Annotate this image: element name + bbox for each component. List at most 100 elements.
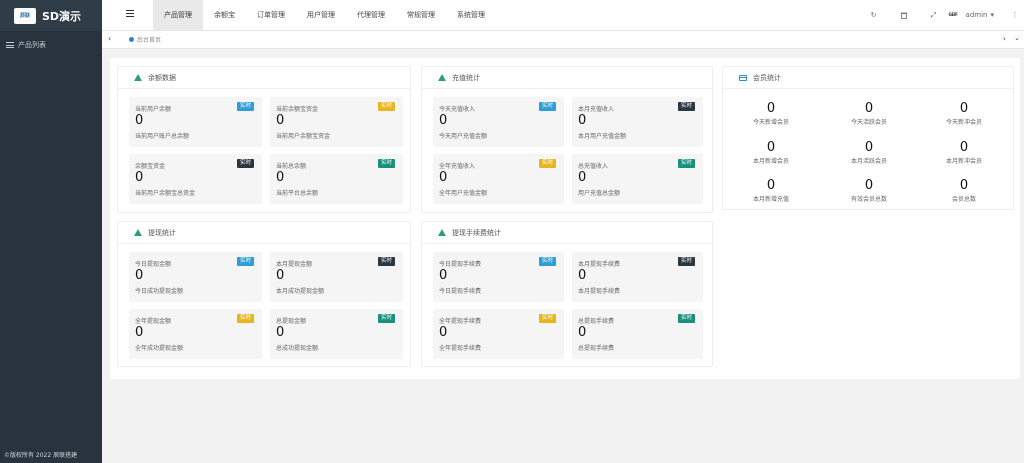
- member-stat-label: 会员总数: [951, 196, 976, 203]
- member-stat: 0 今天新冲会员: [919, 101, 1009, 126]
- header-tools: ↻ ⤢ GEIF admin ▾ ⋮: [859, 0, 1024, 30]
- avatar[interactable]: GEIF: [949, 12, 962, 18]
- nav-agents[interactable]: 代理管理: [346, 0, 396, 30]
- user-name: admin: [965, 11, 988, 19]
- stat-title: 本月提现手续费: [578, 261, 621, 268]
- logo[interactable]: 辰联 SD演示: [0, 0, 102, 31]
- member-stat-value: 0: [864, 101, 874, 116]
- nav-product[interactable]: 产品管理: [153, 0, 203, 30]
- member-stat-value: 0: [864, 178, 874, 193]
- sidebar-item-product-list[interactable]: 产品列表: [0, 33, 102, 57]
- stat-subtitle: 用户充值总金额: [578, 190, 621, 197]
- panel-title: 提现手续费统计: [452, 228, 501, 237]
- stat-subtitle: 全年提现手续费: [439, 345, 482, 352]
- panel-withdraw: 提现统计 今日提现金额 实时 0 今日成功提现金额 本月提现金额 实时 0 本月…: [117, 221, 411, 367]
- stat-title: 总提现金额: [276, 318, 307, 325]
- refresh-icon[interactable]: ↻: [859, 0, 889, 30]
- stat-title: 今天充值收入: [439, 106, 476, 113]
- member-stat: 0 本月新增会员: [726, 140, 816, 165]
- tab-home[interactable]: 后台首页: [129, 35, 161, 44]
- fullscreen-icon[interactable]: ⤢: [919, 0, 949, 30]
- warning-icon: [134, 74, 142, 81]
- stat-value: 0: [276, 113, 285, 128]
- stat-title: 本月提现金额: [276, 261, 313, 268]
- stat-card: 全年充值收入 实时 0 全年用户充值金额: [433, 154, 564, 204]
- nav-general[interactable]: 常规管理: [396, 0, 446, 30]
- logo-mark: 辰联: [14, 7, 36, 24]
- stat-subtitle: 当前用户余额宝总资金: [135, 190, 196, 197]
- member-stat-value: 0: [766, 140, 776, 155]
- stat-title: 总提现手续费: [578, 318, 615, 325]
- status-badge: 实时: [236, 159, 254, 168]
- stat-card: 总提现手续费 实时 0 总提现手续费: [572, 309, 703, 359]
- stat-subtitle: 本月用户充值金额: [578, 133, 627, 140]
- nav-yuebao[interactable]: 余额宝: [203, 0, 246, 30]
- stat-value: 0: [276, 170, 285, 185]
- member-stat-label: 今天新冲会员: [945, 119, 982, 126]
- copyright: ©版权所有 2022 辰联搭建: [4, 452, 78, 459]
- sidebar-item-label: 产品列表: [18, 41, 46, 49]
- stat-subtitle: 本月成功提现金额: [276, 288, 325, 295]
- stat-title: 全年充值收入: [439, 163, 476, 170]
- top-nav: 产品管理 余额宝 订单管理 用户管理 代理管理 常规管理 系统管理: [153, 0, 496, 30]
- stat-card: 本月充值收入 实时 0 本月用户充值金额: [572, 97, 703, 147]
- nav-system[interactable]: 系统管理: [446, 0, 496, 30]
- menu-toggle-icon[interactable]: [126, 10, 134, 17]
- member-stat-label: 今天活跃会员: [850, 119, 887, 126]
- member-stat-label: 今天新增会员: [752, 119, 789, 126]
- panel-header: 提现统计: [118, 222, 410, 244]
- tab-bar: ‹ 后台首页 › ⌄: [102, 31, 1024, 49]
- stat-title: 当前余额宝资金: [276, 106, 319, 113]
- status-badge: 实时: [377, 314, 395, 323]
- active-dot-icon: [129, 37, 134, 42]
- stat-subtitle: 今日成功提现金额: [135, 288, 184, 295]
- status-badge: 实时: [377, 159, 395, 168]
- member-stat-label: 本月活跃会员: [850, 158, 887, 165]
- stat-card: 当前总余额 实时 0 当前平台总余额: [270, 154, 403, 204]
- member-stat-label: 本月新冲会员: [945, 158, 982, 165]
- more-icon[interactable]: ⋮: [1006, 11, 1024, 19]
- chevron-down-icon[interactable]: ⌄: [1014, 34, 1020, 42]
- stat-subtitle: 全年用户充值金额: [439, 190, 488, 197]
- chevron-down-icon: ▾: [990, 11, 994, 19]
- stat-card: 本月提现金额 实时 0 本月成功提现金额: [270, 252, 403, 302]
- status-badge: 实时: [236, 257, 254, 266]
- member-stat-value: 0: [959, 101, 969, 116]
- stat-subtitle: 当前用户余额宝资金: [276, 133, 331, 140]
- status-badge: 实时: [538, 159, 556, 168]
- stat-card: 当前用户余额 实时 0 当前用户账户总余额: [129, 97, 262, 147]
- stat-value: 0: [135, 268, 144, 283]
- stat-title: 全年提现金额: [135, 318, 172, 325]
- panel-header: 充值统计: [422, 67, 712, 89]
- stat-subtitle: 总成功提现金额: [276, 345, 319, 352]
- stat-card: 今天充值收入 实时 0 今天用户充值金额: [433, 97, 564, 147]
- status-badge: 实时: [677, 102, 695, 111]
- dashboard: 余额数据 当前用户余额 实时 0 当前用户账户总余额 当前余额宝资金 实时 0 …: [110, 58, 1020, 379]
- stat-title: 今日提现金额: [135, 261, 172, 268]
- nav-orders[interactable]: 订单管理: [246, 0, 296, 30]
- stat-subtitle: 全年成功提现金额: [135, 345, 184, 352]
- panel-title: 提现统计: [148, 228, 176, 237]
- stat-value: 0: [276, 325, 285, 340]
- member-stat-label: 本月新增会员: [752, 158, 789, 165]
- chevron-left-icon[interactable]: ‹: [108, 34, 111, 43]
- top-header: 产品管理 余额宝 订单管理 用户管理 代理管理 常规管理 系统管理 ↻ ⤢ GE…: [102, 0, 1024, 31]
- member-stat: 0 本月新增充值: [726, 178, 816, 203]
- member-stat: 0 本月活跃会员: [824, 140, 914, 165]
- panel-balance: 余额数据 当前用户余额 实时 0 当前用户账户总余额 当前余额宝资金 实时 0 …: [117, 66, 411, 213]
- stat-subtitle: 总提现手续费: [578, 345, 615, 352]
- stat-value: 0: [439, 170, 448, 185]
- chevron-right-icon[interactable]: ›: [1003, 34, 1006, 43]
- status-badge: 实时: [236, 102, 254, 111]
- panel-recharge: 充值统计 今天充值收入 实时 0 今天用户充值金额 本月充值收入 实时 0 本月…: [421, 66, 713, 213]
- nav-users[interactable]: 用户管理: [296, 0, 346, 30]
- stat-title: 当前总余额: [276, 163, 307, 170]
- stat-card: 总提现金额 实时 0 总成功提现金额: [270, 309, 403, 359]
- trash-icon[interactable]: [889, 0, 919, 30]
- stat-value: 0: [578, 268, 587, 283]
- member-stat: 0 会员总数: [919, 178, 1009, 203]
- status-badge: 实时: [538, 314, 556, 323]
- user-menu[interactable]: admin ▾: [966, 11, 994, 19]
- stat-value: 0: [135, 170, 144, 185]
- status-badge: 实时: [538, 257, 556, 266]
